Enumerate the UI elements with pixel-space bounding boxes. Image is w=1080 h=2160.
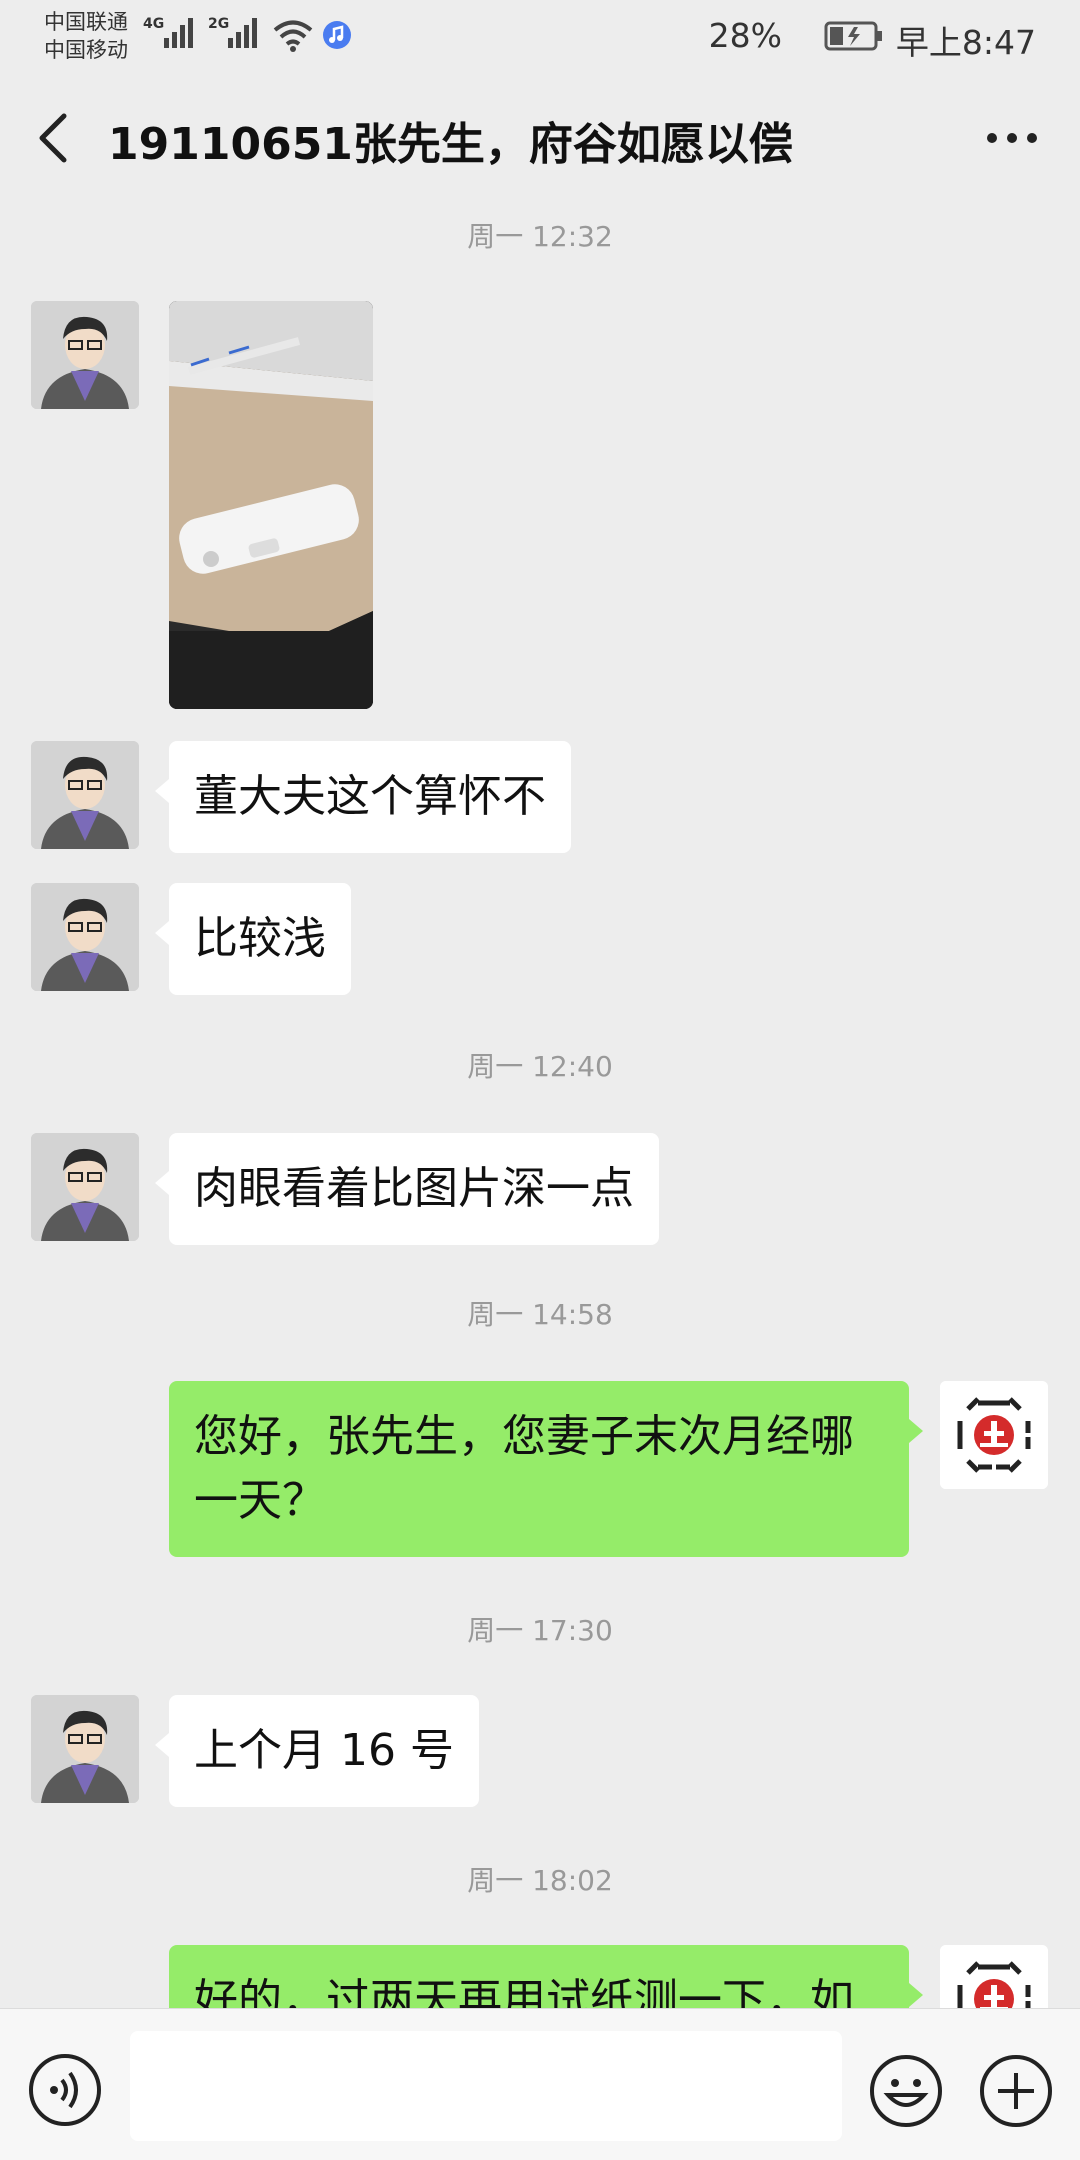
voice-icon[interactable]: [28, 2053, 102, 2127]
message-bubble[interactable]: 上个月 16 号: [155, 1695, 479, 1807]
avatar-self[interactable]: [940, 1945, 1048, 2008]
timestamp: 周一 14:58: [467, 1298, 613, 1331]
bagua-logo-icon: [940, 1945, 1048, 2008]
more-dots-icon[interactable]: [982, 118, 1042, 158]
clock: 早上8:47: [895, 23, 1036, 62]
message-input[interactable]: [130, 2031, 842, 2141]
emoji-icon[interactable]: [868, 2053, 944, 2129]
pregnancy-test-photo: [169, 301, 373, 709]
contact-avatar-icon: [31, 1695, 139, 1803]
battery-percentage: 28%: [708, 16, 782, 55]
message-bubble[interactable]: 董大夫这个算怀不: [155, 741, 571, 853]
contact-avatar-icon: [31, 883, 139, 991]
plus-icon[interactable]: [978, 2053, 1054, 2129]
shared-photo[interactable]: [169, 301, 373, 709]
message-bubble-self[interactable]: 您好，张先生，您妻子末次月经哪一天？: [169, 1381, 923, 1557]
status-bar: 中国联通 中国移动 4G 2G 28% 早上8:47: [0, 0, 1080, 70]
avatar-contact[interactable]: [31, 301, 139, 409]
carrier-2: 中国移动: [44, 38, 128, 62]
avatar-contact[interactable]: [31, 741, 139, 849]
avatar-contact[interactable]: [31, 1133, 139, 1241]
message-bubble-self[interactable]: 好的，过两天再用试纸测一下，如: [169, 1945, 923, 2008]
battery-icon: [824, 21, 882, 51]
contact-avatar-icon: [31, 741, 139, 849]
timestamp: 周一 12:40: [467, 1050, 613, 1083]
contact-avatar-icon: [31, 1133, 139, 1241]
music-notification-icon: [323, 21, 351, 49]
timestamp: 周一 18:02: [467, 1864, 613, 1897]
avatar-contact[interactable]: [31, 883, 139, 991]
avatar-self[interactable]: [940, 1381, 1048, 1489]
signal-icon-1: [164, 18, 193, 48]
wifi-icon: [273, 20, 313, 52]
timestamp: 周一 17:30: [467, 1614, 613, 1647]
avatar-contact[interactable]: [31, 1695, 139, 1803]
message-bubble[interactable]: 比较浅: [155, 883, 351, 995]
carrier-info: 中国联通 中国移动: [44, 8, 128, 64]
chevron-left-icon[interactable]: [30, 110, 78, 166]
input-bar: [0, 2008, 1080, 2160]
message-bubble[interactable]: 肉眼看着比图片深一点: [155, 1133, 659, 1245]
chat-title: 19110651张先生，府谷如愿以偿: [108, 119, 793, 170]
timestamp: 周一 12:32: [467, 220, 613, 253]
bagua-logo-icon: [940, 1381, 1048, 1489]
message-list[interactable]: 周一 12:32 董大夫这个算怀不 比较浅 周一 12:40 肉眼看着比图片深一…: [0, 205, 1080, 2008]
contact-avatar-icon: [31, 301, 139, 409]
chat-header: 19110651张先生，府谷如愿以偿: [0, 70, 1080, 205]
signal-icon-2: [228, 18, 257, 48]
carrier-1: 中国联通: [44, 10, 128, 34]
